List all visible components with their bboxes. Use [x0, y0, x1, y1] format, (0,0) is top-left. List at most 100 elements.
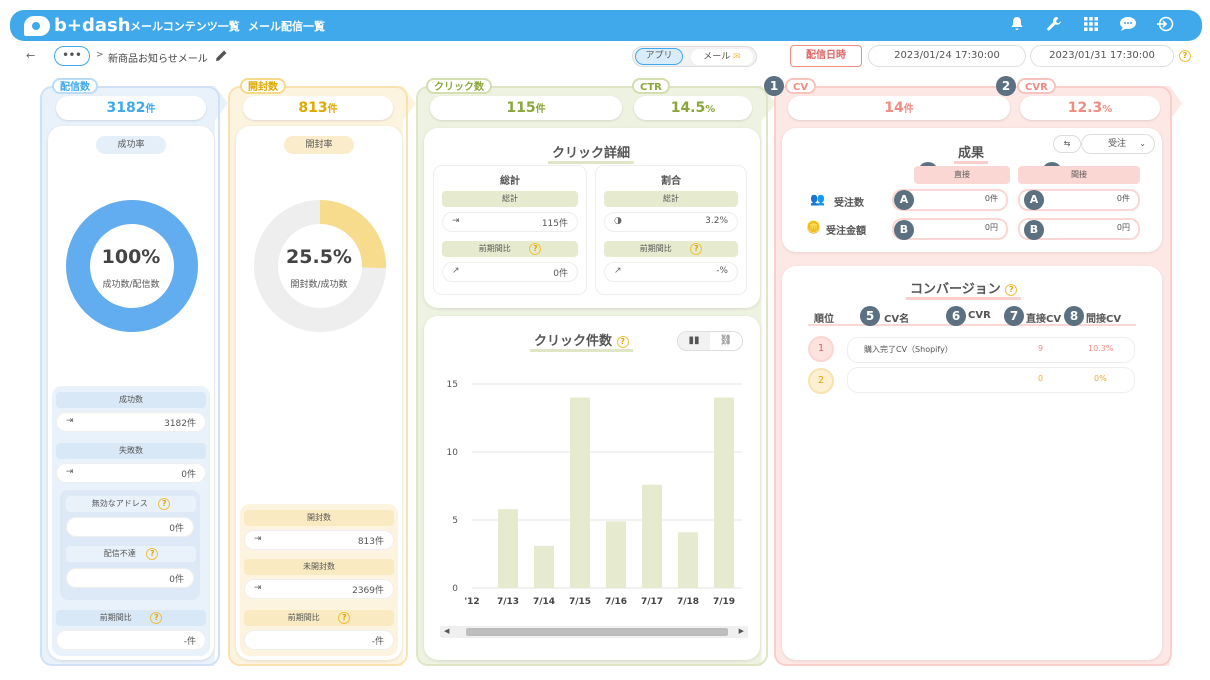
chart-bar[interactable] — [678, 532, 698, 588]
tab-app[interactable]: アプリ — [635, 48, 683, 65]
delivery-date-button[interactable]: 配信日時 — [790, 45, 862, 67]
date-from-input[interactable]: 2023/01/24 17:30:00 — [868, 45, 1026, 67]
open-rate-percent: 25.5% — [286, 246, 352, 268]
success-count-label: 成功数 — [56, 392, 206, 408]
col-cvname-header: CV名 — [884, 314, 910, 325]
result-card: 成果 ⇆ 受注⌄ 3 直接 4 間接 👥 受注数 🪙 受注金額 0件 A 0円 … — [782, 128, 1162, 252]
chart-bar[interactable] — [714, 397, 734, 588]
callout-badge-8: 8 — [1064, 306, 1084, 326]
cv-value: 14件 — [788, 96, 1010, 120]
opened-count-value: 813件 — [357, 537, 384, 547]
callout-badge-a-direct: A — [894, 190, 914, 210]
users-icon: 👥 — [810, 192, 825, 206]
result-type-select[interactable]: 受注 ⌄ — [1082, 135, 1154, 153]
orders-label: 受注数 — [834, 198, 864, 209]
x-tick-label: '12 — [464, 597, 479, 606]
help-icon[interactable]: ? — [616, 335, 629, 348]
logo-bubble-icon — [24, 15, 50, 36]
more-button[interactable]: ••• — [54, 46, 90, 66]
click-total-title: 総計 — [500, 176, 520, 187]
x-tick-label: 7/17 — [641, 597, 663, 606]
conversion-row[interactable]: 購入完了CV（Shopify） 9 10.3% — [848, 338, 1134, 362]
direct-orders-value: 0件 — [984, 194, 998, 203]
click-count-label: クリック数 — [426, 78, 492, 94]
click-ratio-row: ◑ 3.2% — [604, 212, 738, 232]
x-tick-label: 7/13 — [497, 597, 519, 606]
help-icon[interactable]: ? — [150, 611, 163, 624]
rank-badge: 2 — [808, 368, 834, 394]
undelivered-row: 0件 — [66, 568, 194, 588]
undelivered-label: 配信不達 ? — [66, 546, 196, 562]
invalid-address-value: 0件 — [169, 524, 184, 534]
open-prev-period-label: 前期間比 ? — [244, 610, 394, 626]
chart-bar[interactable] — [498, 509, 518, 588]
help-icon[interactable]: ? — [338, 611, 351, 624]
help-icon[interactable]: ? — [690, 242, 703, 255]
x-tick-label: 7/15 — [569, 597, 591, 606]
click-count-value: 115件 — [430, 96, 622, 120]
chart-bar[interactable] — [570, 397, 590, 588]
callout-badge-5: 5 — [860, 306, 880, 326]
bell-icon[interactable] — [1007, 16, 1027, 36]
scroll-left-icon[interactable]: ◀ — [444, 627, 449, 635]
chart-bar[interactable] — [642, 484, 662, 588]
chart-scrollbar-thumb[interactable] — [466, 628, 728, 636]
scroll-right-icon[interactable]: ▶ — [739, 627, 744, 635]
amount-label: 受注金額 — [826, 226, 866, 237]
tab-mail[interactable]: メール ✉ — [691, 49, 753, 65]
click-ratio-sub-label: 総計 — [604, 191, 738, 207]
conversion-name: 購入完了CV（Shopify） — [864, 345, 953, 354]
chat-icon[interactable] — [1118, 16, 1138, 36]
open-card: 開封率 25.5% 開封数/成功数 開封数 ⇥ 813件 未開封数 ⇥ 2369件 … — [236, 126, 402, 660]
grid-icon[interactable] — [1081, 16, 1101, 36]
date-to-input[interactable]: 2023/01/31 17:30:00 — [1030, 45, 1174, 67]
help-icon[interactable]: ? — [529, 242, 542, 255]
export-icon: ⇥ — [254, 534, 262, 544]
nav-mail-deliveries[interactable]: メール配信一覧 — [248, 18, 325, 34]
help-icon[interactable]: ? — [146, 547, 159, 560]
click-total-value: 115件 — [541, 219, 568, 229]
chart-bar[interactable] — [534, 545, 554, 588]
x-tick-label: 7/14 — [533, 597, 555, 606]
success-rate-label: 成功率 — [96, 136, 166, 154]
help-icon[interactable]: ? — [1005, 283, 1018, 296]
click-bar-chart: 0 5 10 15 '12 7/13 7/14 7/15 7/16 7/17 7/18 7/19 — [447, 380, 742, 606]
direct-amount-value: 0円 — [984, 223, 998, 232]
chart-scrollbar[interactable]: ◀ ▶ — [440, 626, 748, 638]
nav-mail-contents[interactable]: メールコンテンツ一覧 — [130, 18, 240, 34]
coins-icon: 🪙 — [806, 220, 821, 234]
open-count-label: 開封数 — [240, 78, 286, 94]
indirect-amount-value: 0円 — [1116, 223, 1130, 232]
click-total-panel: 総計 総計 ⇥ 115件 前期間比 ? ↗ 0件 — [434, 166, 586, 294]
click-chart-card: クリック件数 ? ▮▮ ⛓ 0 5 10 15 '12 7/13 7/14 7/15 7/16 7… — [424, 316, 760, 660]
bar-chart-icon[interactable]: ▮▮ — [678, 332, 710, 350]
click-detail-card: クリック詳細 総計 総計 ⇥ 115件 前期間比 ? ↗ 0件 割合 総計 ◑ 3.2… — [424, 128, 760, 308]
success-rate-formula: 成功数/配信数 — [102, 280, 160, 290]
sort-toggle-icon[interactable]: ⇆ — [1054, 136, 1080, 152]
callout-badge-7: 7 — [1004, 306, 1024, 326]
back-arrow-icon[interactable]: ← — [26, 49, 35, 62]
fail-count-value: 0件 — [181, 470, 196, 480]
chart-bar[interactable] — [606, 521, 626, 588]
click-ratio-prev-label: 前期間比 ? — [604, 241, 738, 257]
invalid-address-label: 無効なアドレス ? — [66, 496, 196, 512]
wrench-icon[interactable] — [1044, 16, 1064, 36]
callout-badge-1: 1 — [764, 76, 784, 96]
export-icon: ⇥ — [66, 416, 74, 426]
link-icon[interactable]: ⛓ — [710, 332, 742, 350]
help-icon[interactable]: ? — [1179, 50, 1191, 62]
logout-icon[interactable] — [1155, 16, 1175, 36]
callout-badge-a-indirect: A — [1024, 190, 1044, 210]
unopened-count-value: 2369件 — [352, 586, 384, 596]
x-tick-label: 7/16 — [605, 597, 627, 606]
conversion-row[interactable]: 0 0% — [848, 368, 1134, 392]
unopened-count-label: 未開封数 — [244, 559, 394, 575]
invalid-address-row: 0件 — [66, 517, 194, 537]
bdash-logo[interactable]: b+dash — [24, 14, 131, 37]
conversion-direct-cv: 9 — [1038, 344, 1044, 353]
ctr-label: CTR — [632, 78, 670, 94]
callout-badge-b-direct: B — [894, 220, 914, 240]
edit-pencil-icon[interactable] — [215, 47, 228, 66]
help-icon[interactable]: ? — [158, 497, 171, 510]
fail-count-row: ⇥ 0件 — [56, 463, 206, 483]
